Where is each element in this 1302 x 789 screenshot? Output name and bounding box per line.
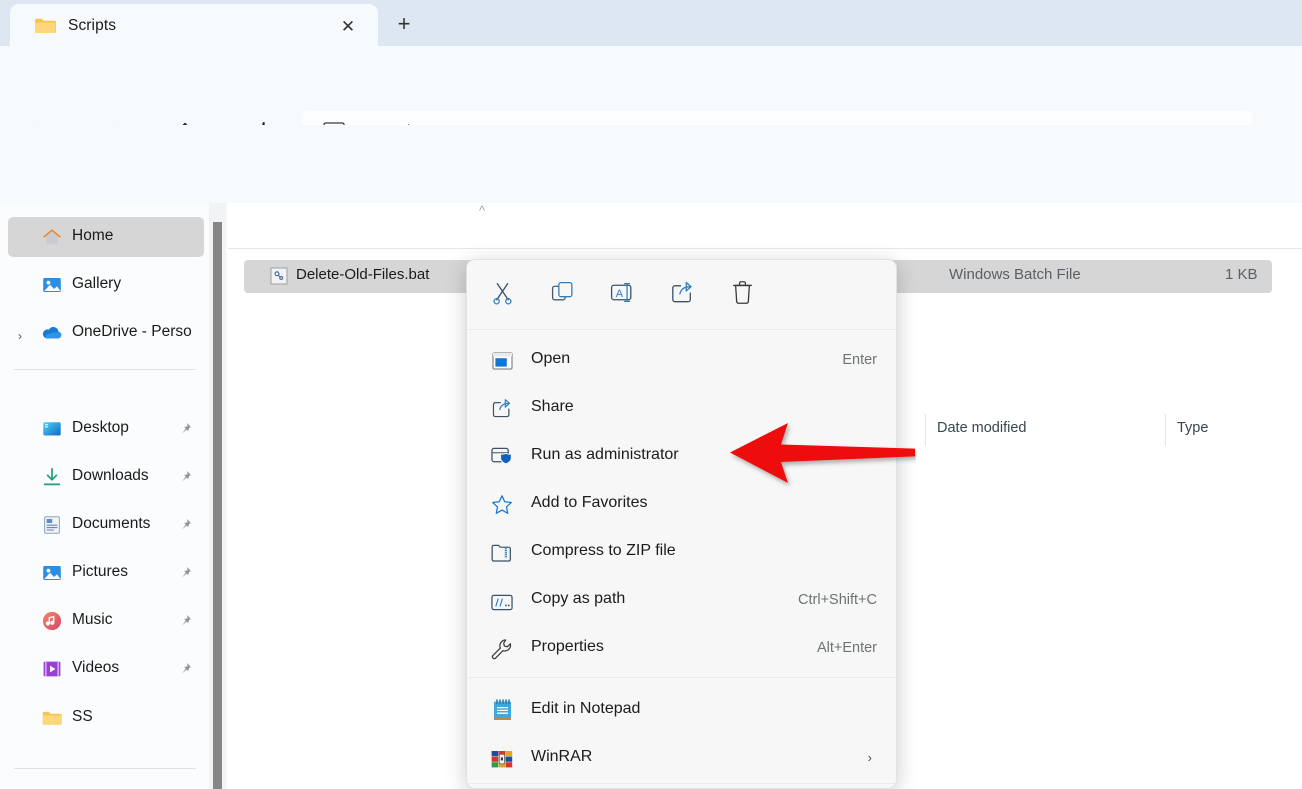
- sidebar-scrollbar-thumb[interactable]: [213, 222, 222, 789]
- music-icon: [42, 611, 62, 631]
- sidebar-item-label: OneDrive - Perso: [72, 323, 192, 340]
- sidebar-item-label: Pictures: [72, 563, 128, 580]
- trash-icon: [731, 280, 754, 310]
- share-button[interactable]: [663, 278, 701, 312]
- column-headers: Name Date modified Type Size: [228, 204, 1302, 446]
- new-tab-icon[interactable]: +: [390, 10, 418, 38]
- copy-button[interactable]: [543, 278, 581, 312]
- folder-icon: [42, 708, 62, 728]
- documents-icon: [42, 515, 62, 535]
- context-menu-accel: Ctrl+Shift+C: [798, 592, 877, 608]
- context-menu-accel: Enter: [842, 352, 877, 368]
- sidebar-item-label: SS: [72, 708, 93, 725]
- delete-button[interactable]: [723, 278, 761, 312]
- close-icon[interactable]: ✕: [335, 16, 361, 38]
- sidebar-item-ss[interactable]: [8, 697, 204, 737]
- context-menu-accel: Alt+Enter: [816, 640, 877, 656]
- open-window-icon: [491, 350, 513, 372]
- shield-admin-icon: [491, 445, 513, 467]
- folder-icon: [34, 17, 56, 34]
- pin-icon[interactable]: [178, 614, 192, 628]
- file-name-cell[interactable]: Delete-Old-Files.bat: [296, 266, 429, 283]
- context-menu-label: Edit in Notepad: [531, 700, 641, 717]
- context-menu-label: Run as administrator: [531, 446, 679, 463]
- sort-ascending-indicator: ^: [479, 203, 486, 218]
- file-explorer-window: Scripts ✕ + › Scripts: [0, 0, 1302, 789]
- sidebar-item-label: Desktop: [72, 419, 129, 436]
- command-bar: New ⌄ A: [0, 125, 1302, 303]
- column-header-type[interactable]: Type: [1177, 420, 1208, 436]
- context-menu-label: WinRAR: [531, 748, 593, 765]
- onedrive-icon: [42, 323, 62, 343]
- navigation-pane: Home Gallery › OneDrive - Perso Desktop …: [0, 203, 228, 789]
- chevron-right-icon[interactable]: ›: [868, 750, 872, 765]
- chevron-right-icon[interactable]: ›: [18, 329, 22, 343]
- pin-icon[interactable]: [178, 470, 192, 484]
- wrench-icon: [491, 638, 513, 660]
- tab-scripts[interactable]: Scripts ✕: [10, 4, 378, 46]
- sidebar-item-label: Music: [72, 611, 113, 628]
- downloads-icon: [42, 467, 62, 487]
- pin-icon[interactable]: [178, 662, 192, 676]
- batch-file-icon: [270, 267, 288, 285]
- sidebar-item-label: Gallery: [72, 275, 122, 292]
- share-icon: [670, 280, 695, 310]
- file-size-cell: 1 KB: [1225, 266, 1258, 283]
- copy-path-icon: [491, 591, 513, 613]
- context-menu-label: Properties: [531, 638, 604, 655]
- title-bar: Scripts ✕ +: [0, 0, 1302, 46]
- context-menu-toolbar: A: [467, 260, 896, 330]
- context-menu: A Open Enter Share Run as administrator …: [466, 259, 897, 789]
- file-type-cell: Windows Batch File: [949, 266, 1081, 283]
- videos-icon: [42, 659, 62, 679]
- sidebar-item-label: Documents: [72, 515, 151, 532]
- column-header-date-modified[interactable]: Date modified: [937, 420, 1026, 436]
- context-menu-label: Share: [531, 398, 574, 415]
- star-icon: [491, 494, 513, 516]
- sidebar-item-label: Home: [72, 227, 114, 244]
- copy-icon: [550, 280, 575, 310]
- sidebar-item-label: Downloads: [72, 467, 149, 484]
- rename-button[interactable]: A: [603, 278, 641, 312]
- pictures-icon: [42, 563, 62, 583]
- zip-folder-icon: [491, 542, 513, 564]
- scissors-icon: [490, 280, 515, 310]
- context-menu-label: Open: [531, 350, 571, 367]
- svg-text:A: A: [615, 288, 623, 300]
- notepad-icon: [491, 698, 513, 721]
- pin-icon[interactable]: [178, 422, 192, 436]
- sidebar-item-label: Videos: [72, 659, 120, 676]
- gallery-icon: [42, 275, 62, 295]
- context-menu-label: Add to Favorites: [531, 494, 648, 511]
- pin-icon[interactable]: [178, 566, 192, 580]
- rename-icon: A: [609, 280, 636, 310]
- share-icon: [491, 397, 513, 419]
- navigation-bar: › Scripts: [0, 46, 1302, 152]
- desktop-icon: [42, 419, 62, 439]
- tab-title: Scripts: [68, 17, 117, 34]
- context-menu-label: Copy as path: [531, 590, 626, 607]
- cut-button[interactable]: [483, 278, 521, 312]
- pin-icon[interactable]: [178, 518, 192, 532]
- home-icon: [42, 227, 62, 247]
- winrar-icon: [491, 748, 513, 770]
- context-menu-label: Compress to ZIP file: [531, 542, 676, 559]
